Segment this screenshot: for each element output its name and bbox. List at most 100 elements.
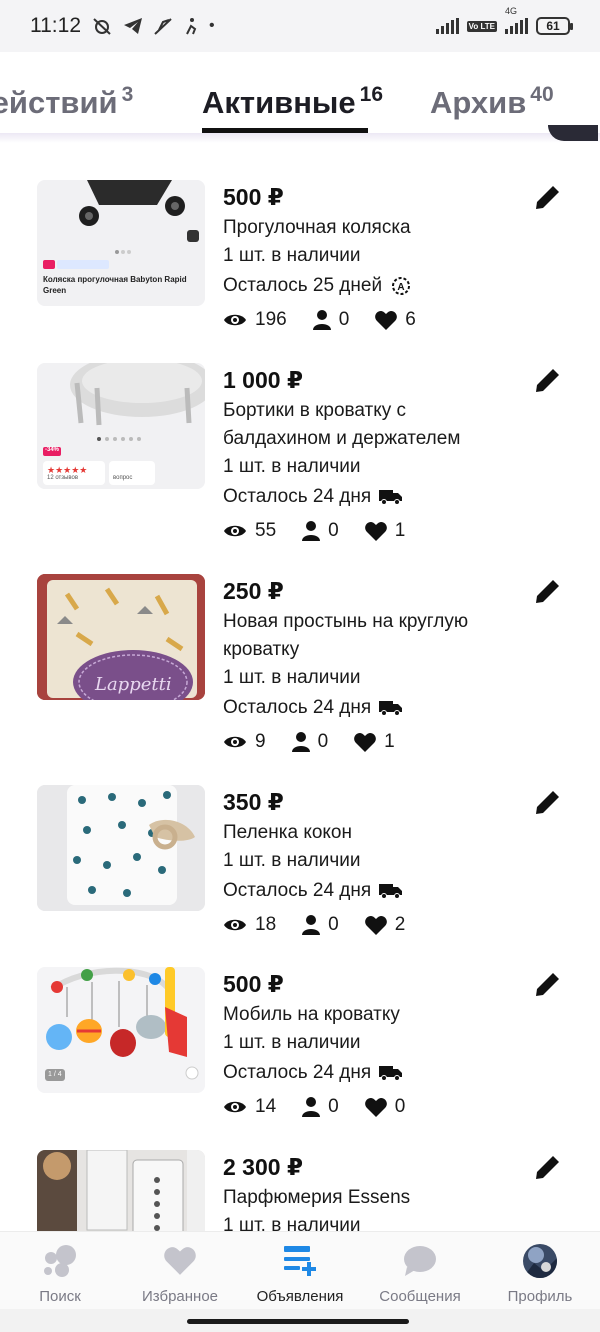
nav-favorites[interactable]: Избранное: [120, 1232, 240, 1309]
views-count: 18: [255, 914, 277, 935]
home-gesture-bar[interactable]: [187, 1319, 409, 1324]
eye-icon: [224, 736, 246, 748]
person-icon: [302, 521, 321, 541]
delivery-truck-icon: [379, 701, 403, 716]
listing-title[interactable]: Новая простынь на круглую кроватку: [223, 608, 523, 664]
listing-stock: 1 шт. в наличии: [223, 1215, 361, 1231]
listing-stats: 18 0 2: [223, 907, 523, 943]
listing-stats: 196 0 6: [223, 302, 523, 338]
tab-count: 40: [530, 83, 554, 106]
tab-archive[interactable]: Архив 40: [430, 83, 554, 121]
listings-add-icon: [284, 1246, 316, 1276]
more-dot-icon: •: [209, 17, 215, 34]
battery-icon: 61: [536, 17, 573, 35]
listing-stock: 1 шт. в наличии: [223, 850, 361, 871]
listing-price: 2 300 ₽: [223, 1154, 303, 1180]
contacts-count: 0: [328, 1096, 339, 1117]
views-count: 9: [255, 731, 266, 752]
views-count: 55: [255, 520, 277, 541]
person-icon: [291, 732, 310, 752]
tab-actions[interactable]: действий3: [0, 83, 134, 121]
thumbnail-caption: Коляска прогулочная Babyton Rapid Green: [43, 275, 187, 295]
listing-stock: 1 шт. в наличии: [223, 1032, 361, 1053]
edit-pencil-icon[interactable]: [533, 787, 563, 817]
listing-stats: 9 0 1: [223, 724, 523, 760]
questions-label: вопрос: [113, 475, 133, 481]
chat-bubble-icon: [404, 1246, 436, 1276]
status-notification-icons: •: [91, 17, 215, 35]
listing-thumbnail[interactable]: 1 / 4: [37, 967, 205, 1093]
telegram-icon: [124, 18, 142, 34]
favorites-count: 6: [405, 309, 416, 330]
edit-pencil-icon[interactable]: [533, 969, 563, 999]
favorites-count: 1: [394, 520, 406, 541]
status-bar: 11:12 • Vo LTE 4G 61: [0, 0, 600, 52]
listing-stats: 55 0 1: [223, 513, 523, 549]
heart-icon: [375, 310, 398, 330]
edit-pencil-icon[interactable]: [533, 576, 563, 606]
listing-title[interactable]: Парфюмерия Essens: [223, 1184, 523, 1212]
listing-remaining: Осталось 24 дня: [223, 481, 523, 513]
contacts-count: 0: [338, 309, 350, 330]
heart-icon: [354, 732, 377, 752]
tab-active[interactable]: Активные 16: [202, 83, 383, 121]
heart-icon: [364, 521, 387, 541]
tabs-divider: [0, 133, 600, 143]
search-dots-icon: [44, 1245, 76, 1277]
listing-thumbnail[interactable]: Lappetti: [37, 574, 205, 700]
listing-price: 500 ₽: [223, 971, 284, 997]
listing-title[interactable]: Прогулочная коляска: [223, 214, 523, 242]
heart-icon: [164, 1247, 196, 1275]
listing-title[interactable]: Мобиль на кроватку: [223, 1001, 523, 1029]
volte-badge: Vo LTE: [466, 20, 497, 32]
listing-thumbnail[interactable]: [37, 1150, 205, 1231]
feather-icon: [154, 18, 172, 35]
delivery-truck-icon: [379, 490, 403, 505]
nav-search[interactable]: Поиск: [0, 1232, 120, 1309]
listing-price: 1 000 ₽: [223, 367, 303, 393]
discount-badge: -34%: [45, 447, 60, 453]
views-count: 14: [255, 1096, 277, 1117]
eye-icon: [224, 1101, 246, 1113]
listing-title[interactable]: Бортики в кроватку с балдахином и держате…: [223, 397, 523, 453]
auto-renew-icon: A: [392, 277, 411, 295]
bottom-navigation: Поиск Избранное Объявления Сообщения Про…: [0, 1231, 600, 1309]
favorites-count: 2: [394, 914, 406, 935]
contacts-count: 0: [328, 520, 339, 541]
listing-stock: 1 шт. в наличии: [223, 245, 361, 266]
edit-pencil-icon[interactable]: [533, 1152, 563, 1182]
status-time: 11:12: [30, 14, 81, 37]
eye-icon: [224, 525, 246, 537]
svg-text:A: A: [397, 282, 404, 293]
favorites-count: 0: [394, 1096, 406, 1117]
nav-listings[interactable]: Объявления: [240, 1232, 360, 1309]
favorites-count: 1: [384, 731, 395, 752]
edit-pencil-icon[interactable]: [533, 365, 563, 395]
listing-price: 250 ₽: [223, 578, 284, 604]
location-run-icon: [186, 18, 197, 35]
edit-pencil-icon[interactable]: [533, 182, 563, 212]
signal-icon: [435, 18, 459, 34]
person-icon: [312, 310, 331, 330]
listing-thumbnail[interactable]: Коляска прогулочная Babyton Rapid Green: [37, 180, 205, 306]
nav-messages[interactable]: Сообщения: [360, 1232, 480, 1309]
tab-count: 16: [359, 83, 383, 106]
nav-profile[interactable]: Профиль: [480, 1232, 600, 1309]
person-icon: [302, 1097, 321, 1117]
listings-list[interactable]: Коляска прогулочная Babyton Rapid Green …: [0, 145, 600, 1231]
brand-label: Lappetti: [95, 674, 172, 695]
network-4g-icon: 4G: [505, 6, 528, 34]
tab-count: 3: [121, 83, 134, 106]
eye-icon: [224, 919, 246, 931]
person-icon: [302, 915, 321, 935]
photo-counter: 1 / 4: [48, 1071, 62, 1078]
listing-thumbnail[interactable]: ★★★★★ -34% 12 отзывов вопрос: [37, 363, 205, 489]
contacts-count: 0: [328, 914, 339, 935]
listing-remaining: Осталось 24 дня: [223, 692, 523, 724]
listing-stock: 1 шт. в наличии: [223, 456, 361, 477]
listing-remaining: Осталось 24 дня: [223, 875, 523, 907]
svg-text:★★★★★: ★★★★★: [47, 465, 87, 475]
listing-title[interactable]: Пеленка кокон: [223, 819, 523, 847]
listing-thumbnail[interactable]: [37, 785, 205, 911]
status-system-icons: Vo LTE 4G 61: [435, 6, 573, 35]
